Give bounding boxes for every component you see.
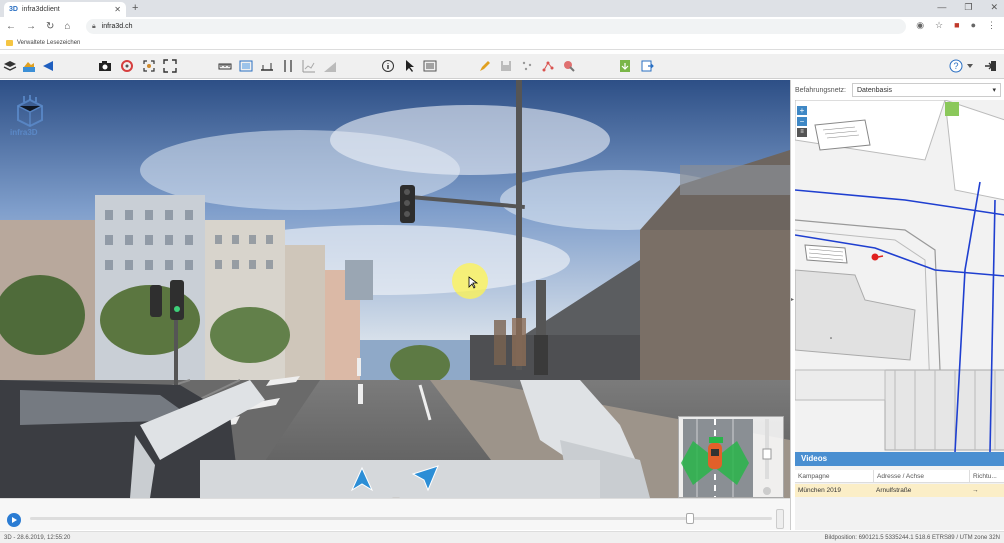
window-controls: — ❐ ✕ [937,2,998,13]
star-icon[interactable]: ☆ [935,20,943,31]
table-row[interactable]: München 2019 Arnulfstraße → [795,484,1004,497]
chevron-down-icon: ▾ [992,87,996,94]
status-position: Bildposition: 690121.5 5335244.1 518.6 E… [824,534,1000,541]
tab-favicon-icon: 3D [9,6,18,13]
svg-text:?: ? [954,61,959,71]
minimize-button[interactable]: — [937,2,946,13]
video-player-bar [0,498,790,530]
zoom-in-button[interactable]: + [797,106,807,115]
menu-icon[interactable]: ⋮ [987,20,996,31]
fullscreen-icon[interactable] [162,58,178,74]
url-text: infra3d.ch [101,23,133,30]
column-address[interactable]: Adresse / Achse [873,470,969,482]
save-icon[interactable] [498,58,514,74]
bookmark-folder[interactable]: Verwaltete Lesezeichen [17,40,80,46]
street-view-panorama[interactable]: infra3D [0,80,790,498]
seek-bar[interactable] [30,517,772,520]
reload-icon[interactable]: ↻ [46,21,54,32]
terrain-icon[interactable] [21,58,37,74]
play-icon [12,517,17,523]
volume-slider[interactable] [776,509,784,529]
zoom-out-button[interactable]: − [797,117,807,126]
list-icon[interactable] [422,58,438,74]
profile-icon[interactable]: ● [971,20,976,31]
seek-thumb[interactable] [686,513,695,524]
side-panel: Befahrungsnetz: Datenbasis ▾ + − ≡ ▸ Vid… [790,80,1004,530]
pointer-icon[interactable] [401,58,417,74]
status-timestamp: 3D - 28.6.2019, 12:55:20 [4,534,71,541]
tab-title: infra3dclient [21,6,60,13]
folder-icon [6,39,13,46]
color-icon[interactable] [119,58,135,74]
status-bar: 3D - 28.6.2019, 12:55:20 Bildposition: 6… [0,531,1004,543]
home-icon[interactable]: ⌂ [64,21,70,32]
map-zoom-controls: + − ≡ [797,106,807,138]
vehicle-orientation-widget[interactable] [678,416,784,498]
network-dropdown-value: Datenbasis [856,86,893,94]
measure-distance-icon[interactable] [259,58,275,74]
shield-icon[interactable]: ■ [954,20,959,31]
translate-icon[interactable]: ◉ [916,20,924,31]
forward-icon[interactable]: → [26,21,36,32]
browser-tab-bar [0,0,1004,17]
infra3d-logo: infra3D [10,94,52,140]
row-campaign: München 2019 [798,487,842,494]
profile-icon[interactable] [280,58,296,74]
panorama-image [0,80,790,498]
camera-icon[interactable] [97,58,113,74]
mouse-cursor-icon [468,276,478,289]
tab-close-icon[interactable]: ✕ [114,5,121,14]
layers-toggle-icon[interactable]: ≡ [797,128,807,137]
column-direction[interactable]: Richtu... [969,470,1004,482]
logout-icon[interactable] [983,58,999,74]
points-icon[interactable] [519,58,535,74]
browser-extension-area: ◉ ☆ ■ ● ⋮ [916,20,996,31]
network-label: Befahrungsnetz: [795,86,846,94]
play-button[interactable] [7,513,21,527]
graph-icon[interactable] [540,58,556,74]
layers-icon[interactable] [2,58,18,74]
row-address: Arnulfstraße [876,487,912,494]
car-view-icon [681,419,772,497]
measure-height-icon[interactable] [217,58,233,74]
info-icon[interactable] [380,58,396,74]
map-canvas [795,100,1004,453]
panel-collapse-icon[interactable]: ▸ [791,296,795,304]
maximize-button[interactable]: ❐ [964,2,972,13]
close-window-button[interactable]: ✕ [990,2,998,13]
help-icon[interactable]: ? [948,58,978,74]
network-selector-row: Befahrungsnetz: Datenbasis ▾ [791,80,1004,100]
slope-icon[interactable] [322,58,338,74]
bookmark-bar: Verwaltete Lesezeichen [0,36,1004,50]
scan-icon[interactable] [141,58,157,74]
row-direction: → [972,487,979,494]
videos-table-header: Kampagne Adresse / Achse Richtu... [795,470,1004,483]
measure-area-icon[interactable] [238,58,254,74]
back-icon[interactable]: ← [6,21,16,32]
export-icon[interactable] [617,58,633,74]
videos-header: Videos [795,452,1004,466]
logo-text: infra3D [10,128,38,137]
lock-icon: 🔒︎ [92,22,96,30]
import-icon[interactable] [639,58,655,74]
new-tab-button[interactable]: + [132,2,138,14]
browser-tab[interactable]: 3D infra3dclient ✕ [4,2,126,17]
tool-icon[interactable] [561,58,577,74]
navigate-icon[interactable] [40,58,56,74]
network-dropdown[interactable]: Datenbasis ▾ [851,83,1001,97]
column-campaign[interactable]: Kampagne [795,470,873,482]
app-toolbar: ? [0,54,1004,79]
chart-icon[interactable] [301,58,317,74]
logo-graphic [17,95,43,128]
address-bar[interactable]: 🔒︎ infra3d.ch [86,19,906,34]
pen-icon[interactable] [477,58,493,74]
